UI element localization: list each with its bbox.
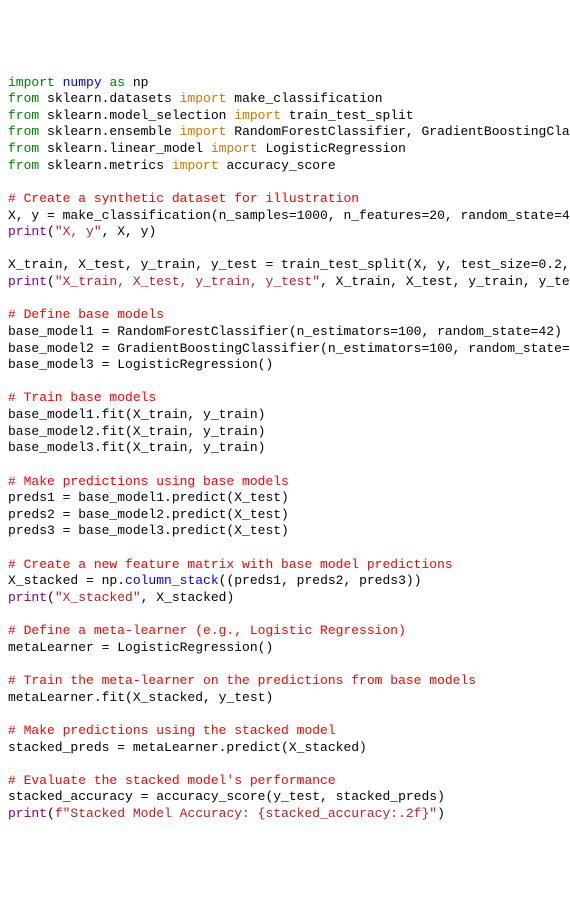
kw-import: import bbox=[8, 75, 55, 90]
mod-numpy: numpy bbox=[63, 75, 102, 90]
comment: # Define a meta-learner (e.g., Logistic … bbox=[8, 623, 406, 638]
names: LogisticRegression bbox=[258, 141, 406, 156]
names: make_classification bbox=[226, 91, 382, 106]
kw-as: as bbox=[109, 75, 125, 90]
mod: sklearn.datasets bbox=[39, 91, 179, 106]
comment: # Make predictions using base models bbox=[8, 474, 289, 489]
code-line: base_model2.fit(X_train, y_train) bbox=[8, 424, 265, 439]
fn-print: print bbox=[8, 806, 47, 821]
kw-import: import bbox=[180, 91, 227, 106]
paren: ) bbox=[437, 806, 445, 821]
code-line: stacked_accuracy = accuracy_score(y_test… bbox=[8, 789, 445, 804]
code-block: import numpy as np from sklearn.datasets… bbox=[8, 75, 562, 823]
kw-import: import bbox=[180, 124, 227, 139]
mod: sklearn.metrics bbox=[39, 158, 172, 173]
code-line: base_model1 = RandomForestClassifier(n_e… bbox=[8, 324, 562, 339]
kw-from: from bbox=[8, 91, 39, 106]
code-line: metaLearner.fit(X_stacked, y_test) bbox=[8, 690, 273, 705]
comment: # Evaluate the stacked model's performan… bbox=[8, 773, 336, 788]
fn-column-stack: column_stack bbox=[125, 573, 219, 588]
string: "X, y" bbox=[55, 224, 102, 239]
paren: ( bbox=[47, 806, 55, 821]
string: "X_train, X_test, y_train, y_test" bbox=[55, 274, 320, 289]
code-line: X, y = make_classification(n_samples=100… bbox=[8, 208, 570, 223]
args: , X_stacked) bbox=[141, 590, 235, 605]
code-line: stacked_preds = metaLearner.predict(X_st… bbox=[8, 740, 367, 755]
code-line: preds1 = base_model1.predict(X_test) bbox=[8, 490, 289, 505]
code-line: base_model3 = LogisticRegression() bbox=[8, 357, 273, 372]
code-line: base_model1.fit(X_train, y_train) bbox=[8, 407, 265, 422]
paren: ( bbox=[47, 274, 55, 289]
fn-print: print bbox=[8, 224, 47, 239]
code-line: preds2 = base_model2.predict(X_test) bbox=[8, 507, 289, 522]
kw-from: from bbox=[8, 124, 39, 139]
mod: sklearn.linear_model bbox=[39, 141, 211, 156]
mod: sklearn.ensemble bbox=[39, 124, 179, 139]
names: train_test_split bbox=[281, 108, 414, 123]
code-line: metaLearner = LogisticRegression() bbox=[8, 640, 273, 655]
mod: sklearn.model_selection bbox=[39, 108, 234, 123]
sp bbox=[55, 75, 63, 90]
comment: # Make predictions using the stacked mod… bbox=[8, 723, 336, 738]
args: , X, y) bbox=[102, 224, 157, 239]
paren: ( bbox=[47, 224, 55, 239]
string: f"Stacked Model Accuracy: {stacked_accur… bbox=[55, 806, 437, 821]
code-line: preds3 = base_model3.predict(X_test) bbox=[8, 523, 289, 538]
code-line: X_stacked = np. bbox=[8, 573, 125, 588]
comment: # Create a new feature matrix with base … bbox=[8, 557, 453, 572]
kw-from: from bbox=[8, 108, 39, 123]
kw-from: from bbox=[8, 141, 39, 156]
kw-from: from bbox=[8, 158, 39, 173]
kw-import: import bbox=[211, 141, 258, 156]
paren: ( bbox=[47, 590, 55, 605]
args: ((preds1, preds2, preds3)) bbox=[219, 573, 422, 588]
comment: # Create a synthetic dataset for illustr… bbox=[8, 191, 359, 206]
comment: # Define base models bbox=[8, 307, 164, 322]
comment: # Train base models bbox=[8, 390, 156, 405]
string: "X_stacked" bbox=[55, 590, 141, 605]
code-line: base_model2 = GradientBoostingClassifier… bbox=[8, 341, 570, 356]
names: accuracy_score bbox=[219, 158, 336, 173]
code-line: X_train, X_test, y_train, y_test = train… bbox=[8, 257, 570, 272]
kw-import: import bbox=[234, 108, 281, 123]
fn-print: print bbox=[8, 590, 47, 605]
args: , X_train, X_test, y_train, y_test) bbox=[320, 274, 570, 289]
names: RandomForestClassifier, GradientBoosting… bbox=[226, 124, 570, 139]
kw-import: import bbox=[172, 158, 219, 173]
code-line: base_model3.fit(X_train, y_train) bbox=[8, 440, 265, 455]
alias-np: np bbox=[125, 75, 148, 90]
comment: # Train the meta-learner on the predicti… bbox=[8, 673, 476, 688]
fn-print: print bbox=[8, 274, 47, 289]
